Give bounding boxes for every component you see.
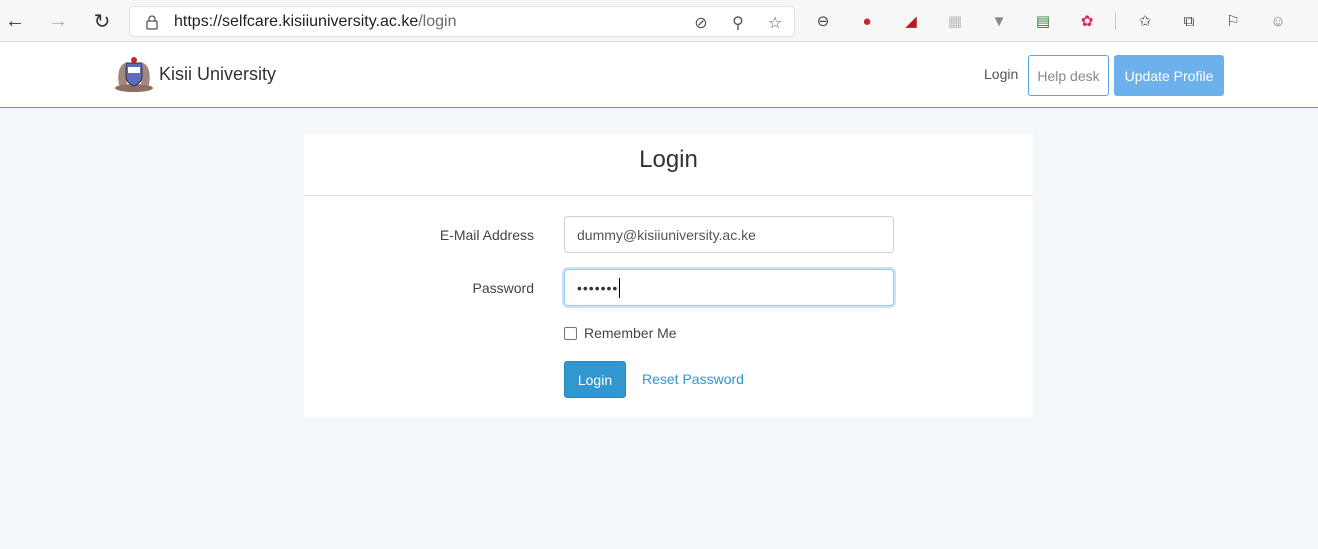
profile-avatar-icon[interactable]: ☺ — [1268, 11, 1288, 31]
back-icon[interactable]: ← — [2, 8, 28, 34]
password-value: ••••••• — [577, 279, 619, 296]
url-text[interactable]: https://selfcare.kisiiuniversity.ac.ke/l… — [174, 13, 456, 31]
password-label: Password — [472, 280, 534, 296]
site-navbar: Kisii University Login Help desk Update … — [0, 42, 1318, 108]
url-path: /login — [418, 13, 457, 30]
refresh-icon[interactable]: ↻ — [89, 8, 115, 34]
login-panel: Login E-Mail Address dummy@kisiiuniversi… — [304, 134, 1033, 417]
panel-heading: Login — [304, 134, 1033, 196]
password-field[interactable]: ••••••• — [564, 269, 894, 306]
tracking-prevention-icon[interactable]: ⊘ — [691, 13, 711, 33]
extension-color-icon[interactable]: ✿ — [1077, 11, 1097, 31]
address-bar[interactable]: https://selfcare.kisiiuniversity.ac.ke/l… — [129, 6, 795, 37]
text-caret — [619, 277, 621, 298]
extension-grey-icon[interactable]: ▦ — [945, 11, 965, 31]
key-icon[interactable]: ⚲ — [728, 13, 748, 33]
reset-password-link[interactable]: Reset Password — [642, 371, 744, 387]
url-host: https://selfcare.kisiiuniversity.ac.ke — [174, 13, 419, 30]
help-desk-button[interactable]: Help desk — [1028, 55, 1109, 96]
lock-icon — [146, 15, 158, 30]
remember-me-checkbox[interactable] — [564, 327, 577, 340]
page-title: Login — [639, 146, 698, 173]
extension-acrobat-icon[interactable]: ◢ — [901, 11, 921, 31]
browser-toolbar: ← → ↻ https://selfcare.kisiiuniversity.a… — [0, 0, 1318, 42]
email-label: E-Mail Address — [439, 227, 534, 243]
forward-icon[interactable]: → — [45, 8, 71, 34]
extension-red-icon[interactable]: ● — [857, 11, 877, 31]
collections-icon[interactable]: ⧉ — [1179, 11, 1199, 31]
reader-icon[interactable]: ⊖ — [813, 11, 833, 31]
favorite-star-icon[interactable]: ☆ — [765, 13, 785, 33]
favorites-list-icon[interactable]: ✩ — [1135, 11, 1155, 31]
university-crest-logo[interactable] — [113, 55, 155, 93]
toolbar-divider — [1115, 13, 1116, 30]
extension-sheet-icon[interactable]: ▤ — [1033, 11, 1053, 31]
update-profile-button[interactable]: Update Profile — [1114, 55, 1224, 96]
email-value: dummy@kisiiuniversity.ac.ke — [577, 226, 756, 243]
feedback-icon[interactable]: ⚐ — [1223, 11, 1243, 31]
nav-login-link[interactable]: Login — [984, 66, 1018, 82]
email-field[interactable]: dummy@kisiiuniversity.ac.ke — [564, 216, 894, 253]
brand-name[interactable]: Kisii University — [159, 64, 276, 85]
remember-me-label[interactable]: Remember Me — [584, 325, 677, 341]
extension-v-icon[interactable]: ▼ — [989, 11, 1009, 31]
login-button[interactable]: Login — [564, 361, 626, 398]
